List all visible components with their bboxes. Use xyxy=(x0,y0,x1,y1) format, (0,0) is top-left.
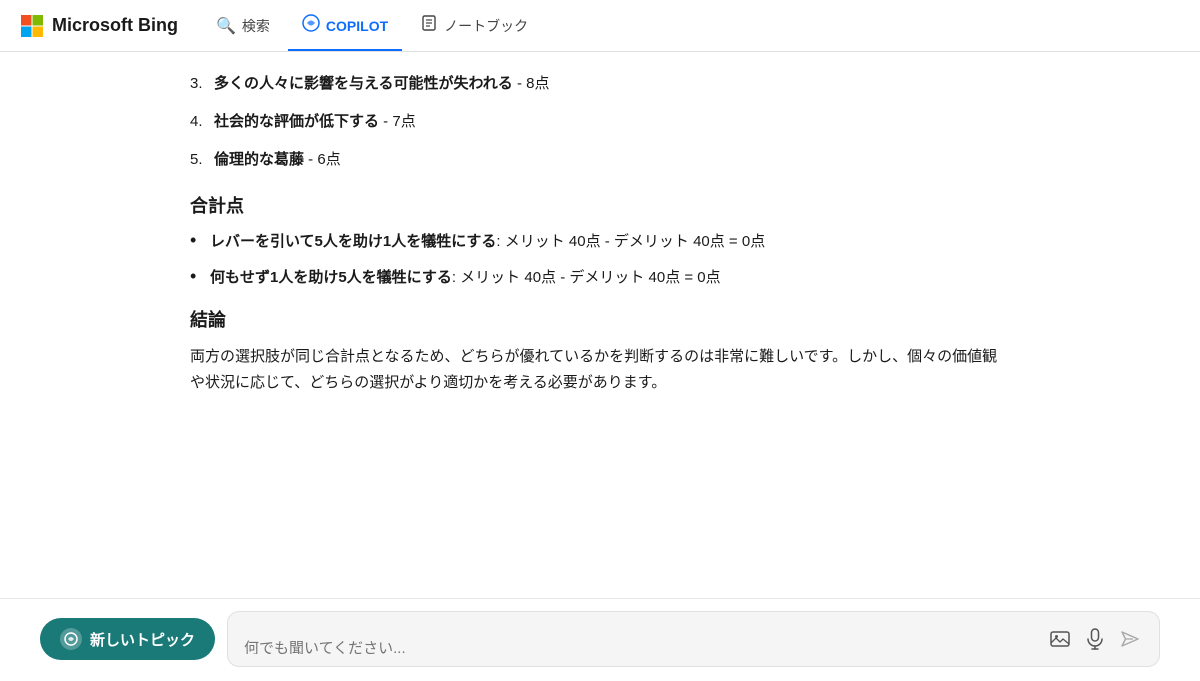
search-icon: 🔍 xyxy=(216,16,236,36)
microphone-button[interactable] xyxy=(1083,626,1107,652)
chat-scroll[interactable]: 3. 多くの人々に影響を与える可能性が失われる - 8点 4. 社会的な評価が低… xyxy=(150,52,1050,568)
logo-area: Microsoft Bing xyxy=(20,14,178,38)
bottom-bar: 新しいトピック xyxy=(0,598,1200,681)
chat-input[interactable] xyxy=(244,637,1039,654)
conclusion-heading: 結論 xyxy=(190,306,1010,332)
nav-label-search: 検索 xyxy=(242,16,270,36)
bullet-icon-1: • xyxy=(190,231,210,249)
new-topic-button[interactable]: 新しいトピック xyxy=(40,618,215,660)
microsoft-logo-icon xyxy=(20,14,44,38)
navbar: Microsoft Bing 🔍 検索 COPILOT xyxy=(0,0,1200,52)
image-upload-button[interactable] xyxy=(1047,626,1073,652)
conclusion-text: 両方の選択肢が同じ合計点となるため、どちらが優れているかを判断するのは非常に難し… xyxy=(190,344,1010,397)
bullet-text-1: レバーを引いて5人を助け1人を犠牲にする: メリット 40点 - デメリット 4… xyxy=(210,230,765,254)
numbered-list: 3. 多くの人々に影響を与える可能性が失われる - 8点 4. 社会的な評価が低… xyxy=(190,72,1010,172)
item-number-3: 3. xyxy=(190,72,214,96)
brand-text: Microsoft Bing xyxy=(52,15,178,36)
copilot-icon xyxy=(302,14,320,37)
bullet-text-2: 何もせず1人を助け5人を犠牲にする: メリット 40点 - デメリット 40点 … xyxy=(210,266,721,290)
list-item-4: 4. 社会的な評価が低下する - 7点 xyxy=(190,110,1010,134)
item-number-4: 4. xyxy=(190,110,214,134)
main-content: 3. 多くの人々に影響を与える可能性が失われる - 8点 4. 社会的な評価が低… xyxy=(0,52,1200,681)
fade-gradient xyxy=(0,558,1200,598)
nav-item-copilot[interactable]: COPILOT xyxy=(288,0,402,51)
new-topic-label: 新しいトピック xyxy=(90,629,195,650)
item-text-5: 倫理的な葛藤 - 6点 xyxy=(214,148,341,172)
nav-label-notebook: ノートブック xyxy=(444,16,528,36)
input-box xyxy=(227,611,1160,667)
bullet-list: • レバーを引いて5人を助け1人を犠牲にする: メリット 40点 - デメリット… xyxy=(190,230,1010,290)
bullet-item-1: • レバーを引いて5人を助け1人を犠牲にする: メリット 40点 - デメリット… xyxy=(190,230,1010,254)
total-heading: 合計点 xyxy=(190,192,1010,218)
bullet-item-2: • 何もせず1人を助け5人を犠牲にする: メリット 40点 - デメリット 40… xyxy=(190,266,1010,290)
bullet-icon-2: • xyxy=(190,267,210,285)
notebook-icon xyxy=(420,14,438,37)
nav-item-search[interactable]: 🔍 検索 xyxy=(202,0,284,51)
nav-items: 🔍 検索 COPILOT xyxy=(202,0,542,51)
list-item-5: 5. 倫理的な葛藤 - 6点 xyxy=(190,148,1010,172)
input-actions xyxy=(1047,626,1143,654)
item-number-5: 5. xyxy=(190,148,214,172)
nav-item-notebook[interactable]: ノートブック xyxy=(406,0,542,51)
item-text-3: 多くの人々に影響を与える可能性が失われる - 8点 xyxy=(214,72,550,96)
item-text-4: 社会的な評価が低下する - 7点 xyxy=(214,110,416,134)
new-topic-icon xyxy=(60,628,82,650)
list-item-3: 3. 多くの人々に影響を与える可能性が失われる - 8点 xyxy=(190,72,1010,96)
nav-label-copilot: COPILOT xyxy=(326,18,388,34)
send-button[interactable] xyxy=(1117,626,1143,652)
